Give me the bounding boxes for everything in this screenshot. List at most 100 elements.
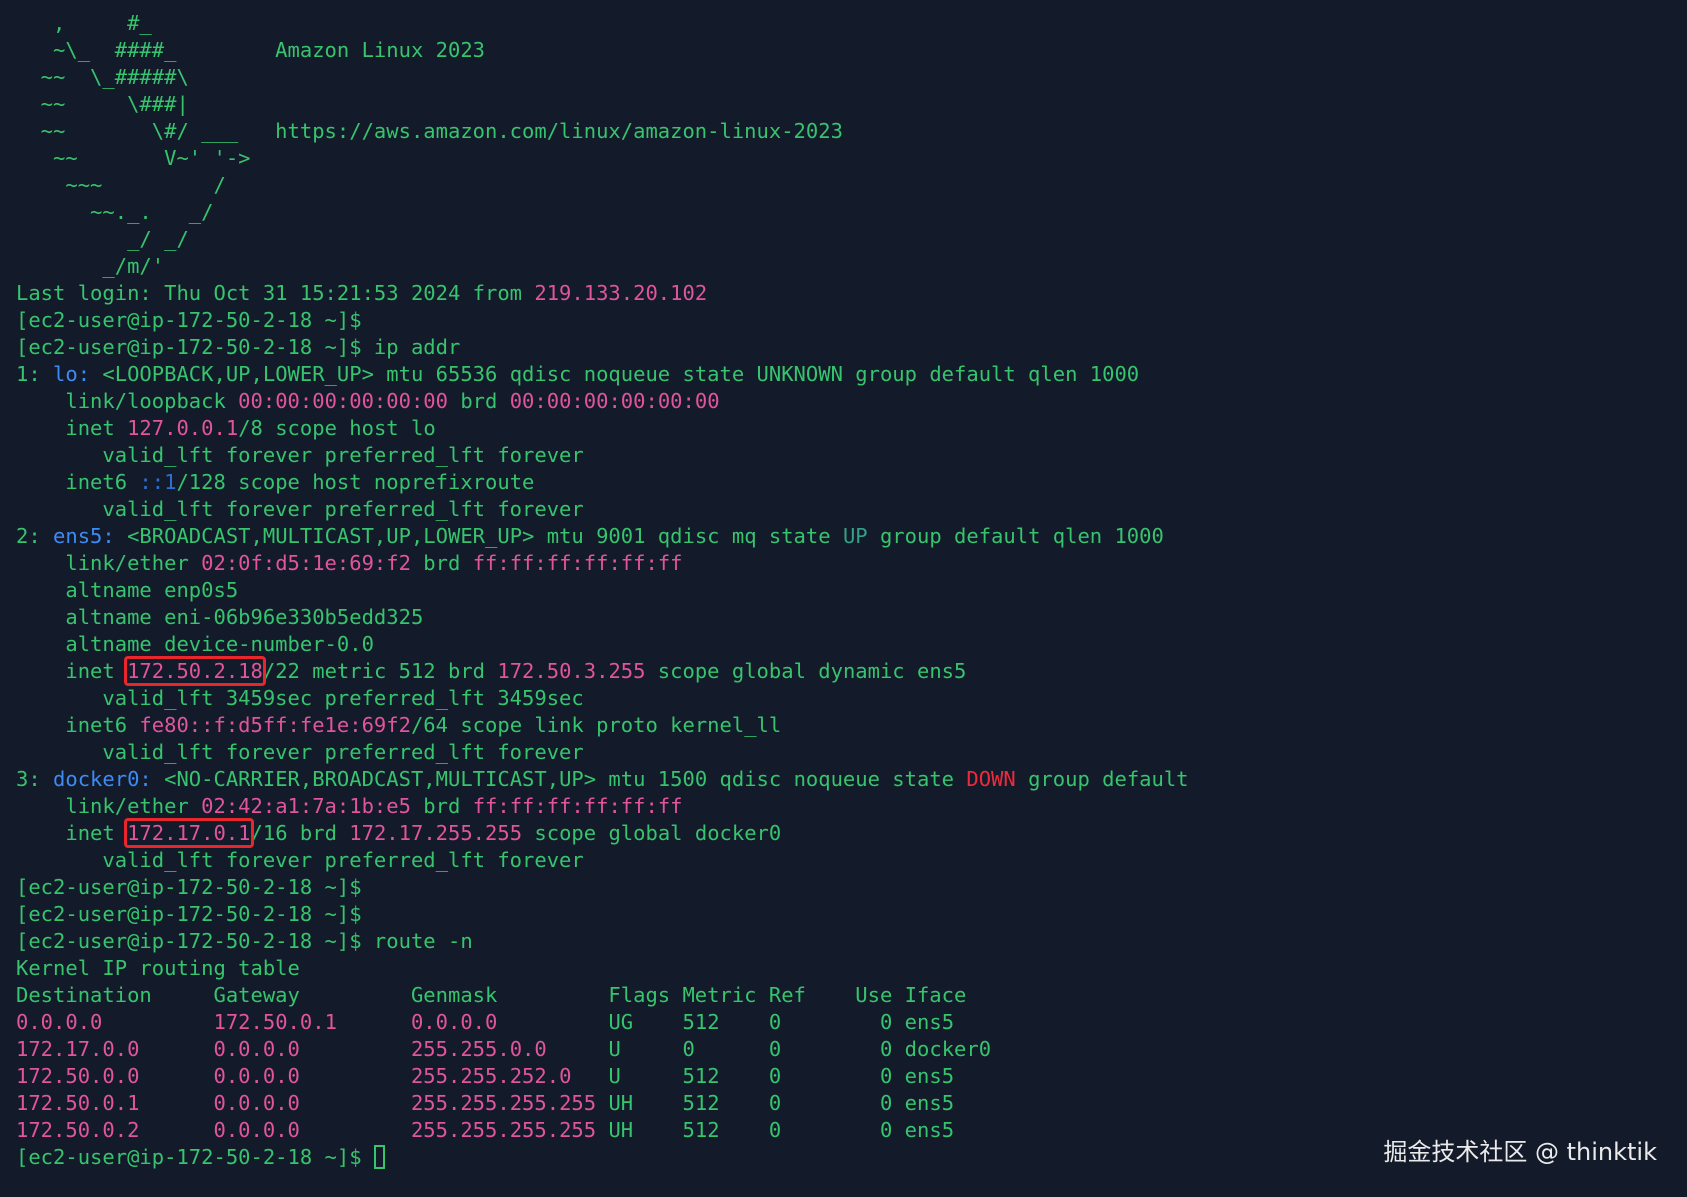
terminal-line: 172.50.0.0 0.0.0.0 255.255.252.0 U 512 0…: [16, 1063, 1687, 1090]
terminal-text: _/ _/: [16, 227, 189, 251]
terminal-text: UH 512 0 0 ens5: [608, 1091, 955, 1115]
terminal-text: link/ether: [16, 794, 202, 818]
terminal-text: fe80::f:d5ff:fe1e:69f2: [139, 713, 411, 737]
terminal-text: ~~ V~' '->: [16, 146, 251, 170]
terminal-text: 1:: [16, 362, 54, 386]
terminal-line: Last login: Thu Oct 31 15:21:53 2024 fro…: [16, 280, 1687, 307]
terminal-text: 172.50.3.255: [497, 659, 646, 683]
terminal-line: valid_lft forever preferred_lft forever: [16, 739, 1687, 766]
terminal-line: altname enp0s5: [16, 577, 1687, 604]
terminal-line: inet6 fe80::f:d5ff:fe1e:69f2/64 scope li…: [16, 712, 1687, 739]
terminal-text: scope global dynamic ens5: [645, 659, 967, 683]
terminal-line: ~~ V~' '->: [16, 145, 1687, 172]
terminal-text: <NO-CARRIER,BROADCAST,MULTICAST,UP> mtu …: [151, 767, 967, 791]
terminal-text: /64 scope link proto kernel_ll: [410, 713, 782, 737]
terminal-text: DOWN: [966, 767, 1016, 791]
terminal-line: 0.0.0.0 172.50.0.1 0.0.0.0 UG 512 0 0 en…: [16, 1009, 1687, 1036]
terminal-text: [ec2-user@ip-172-50-2-18 ~]$: [16, 875, 362, 899]
terminal-line: altname device-number-0.0: [16, 631, 1687, 658]
terminal-line: 1: lo: <LOOPBACK,UP,LOWER_UP> mtu 65536 …: [16, 361, 1687, 388]
terminal-text: 3:: [16, 767, 54, 791]
terminal-text: ens5:: [53, 524, 115, 548]
terminal-text: altname enp0s5: [16, 578, 239, 602]
terminal-text: UP: [842, 524, 868, 548]
shell-prompt: [ec2-user@ip-172-50-2-18 ~]$: [16, 1145, 374, 1169]
terminal-line: 2: ens5: <BROADCAST,MULTICAST,UP,LOWER_U…: [16, 523, 1687, 550]
terminal-text: 02:0f:d5:1e:69:f2: [201, 551, 411, 575]
terminal-text: altname device-number-0.0: [16, 632, 374, 656]
terminal-line: inet 172.17.0.1/16 brd 172.17.255.255 sc…: [16, 818, 1687, 848]
terminal-text: altname eni-06b96e330b5edd325: [16, 605, 424, 629]
terminal-text: [ec2-user@ip-172-50-2-18 ~]$ route -n: [16, 929, 473, 953]
terminal-line: link/ether 02:0f:d5:1e:69:f2 brd ff:ff:f…: [16, 550, 1687, 577]
terminal-text: link/loopback: [16, 389, 239, 413]
terminal-text: valid_lft 3459sec preferred_lft 3459sec: [16, 686, 584, 710]
highlighted-ip-address: 172.50.2.18: [124, 656, 266, 686]
terminal-line: inet6 ::1/128 scope host noprefixroute: [16, 469, 1687, 496]
terminal-text: 0.0.0.0: [213, 1037, 411, 1061]
terminal-line: Kernel IP routing table: [16, 955, 1687, 982]
terminal-text: /8 scope host lo: [238, 416, 436, 440]
terminal-line: valid_lft forever preferred_lft forever: [16, 496, 1687, 523]
terminal-line: [ec2-user@ip-172-50-2-18 ~]$: [16, 874, 1687, 901]
terminal-line: [ec2-user@ip-172-50-2-18 ~]$: [16, 307, 1687, 334]
terminal-text: 0.0.0.0: [213, 1091, 411, 1115]
terminal-text: 0.0.0.0: [16, 1010, 214, 1034]
terminal-text: <BROADCAST,MULTICAST,UP,LOWER_UP> mtu 90…: [114, 524, 843, 548]
terminal-text: , #_: [16, 11, 152, 35]
terminal-text: [ec2-user@ip-172-50-2-18 ~]$: [16, 902, 362, 926]
terminal-text: valid_lft forever preferred_lft forever: [16, 848, 584, 872]
watermark: 掘金技术社区 @ thinktik: [1383, 1138, 1657, 1166]
terminal-text: valid_lft forever preferred_lft forever: [16, 497, 584, 521]
terminal-line: [ec2-user@ip-172-50-2-18 ~]$ route -n: [16, 928, 1687, 955]
terminal-text: brd: [448, 389, 510, 413]
terminal-text: 0.0.0.0: [213, 1064, 411, 1088]
terminal-text: Kernel IP routing table: [16, 956, 300, 980]
terminal-line: 172.17.0.0 0.0.0.0 255.255.0.0 U 0 0 0 d…: [16, 1036, 1687, 1063]
terminal-text: inet6: [16, 713, 140, 737]
terminal-output[interactable]: , #_ ~\_ ####_ Amazon Linux 2023 ~~ \_##…: [16, 10, 1687, 1197]
terminal-line: ~~ \#/ ___ https://aws.amazon.com/linux/…: [16, 118, 1687, 145]
terminal-text: <LOOPBACK,UP,LOWER_UP> mtu 65536 qdisc n…: [90, 362, 1140, 386]
terminal-text: ~~ \_#####\: [16, 65, 189, 89]
terminal-text: /16 brd: [250, 821, 350, 845]
terminal-text: group default qlen 1000: [867, 524, 1164, 548]
terminal-text: [ec2-user@ip-172-50-2-18 ~]$: [16, 308, 362, 332]
terminal-text: Destination Gateway Genmask Flags Metric…: [16, 983, 967, 1007]
terminal-text: 0.0.0.0: [410, 1010, 609, 1034]
terminal-text: 172.17.255.255: [349, 821, 523, 845]
terminal-line: Destination Gateway Genmask Flags Metric…: [16, 982, 1687, 1009]
terminal-line: valid_lft forever preferred_lft forever: [16, 442, 1687, 469]
terminal-line: ~~._. _/: [16, 199, 1687, 226]
terminal-line: 172.50.0.1 0.0.0.0 255.255.255.255 UH 51…: [16, 1090, 1687, 1117]
terminal-text: 172.50.0.1: [16, 1091, 214, 1115]
terminal-line: ~~ \_#####\: [16, 64, 1687, 91]
terminal-text: ~~._. _/: [16, 200, 214, 224]
terminal-line: _/ _/: [16, 226, 1687, 253]
terminal-text: docker0:: [53, 767, 152, 791]
terminal-line: inet 127.0.0.1/8 scope host lo: [16, 415, 1687, 442]
terminal-line: _/m/': [16, 253, 1687, 280]
terminal-text: 127.0.0.1: [127, 416, 239, 440]
terminal-text: 172.50.0.0: [16, 1064, 214, 1088]
highlighted-ip-address: 172.17.0.1: [124, 818, 254, 848]
terminal-text: group default: [1015, 767, 1189, 791]
terminal-line: inet 172.50.2.18/22 metric 512 brd 172.5…: [16, 656, 1687, 686]
terminal-text: valid_lft forever preferred_lft forever: [16, 443, 584, 467]
terminal-line: [ec2-user@ip-172-50-2-18 ~]$ ip addr: [16, 334, 1687, 361]
terminal-text: inet: [16, 821, 128, 845]
terminal-line: valid_lft 3459sec preferred_lft 3459sec: [16, 685, 1687, 712]
terminal-text: UH 512 0 0 ens5: [608, 1118, 955, 1142]
terminal-text: Last login: Thu Oct 31 15:21:53 2024 fro…: [16, 281, 535, 305]
terminal-line: valid_lft forever preferred_lft forever: [16, 847, 1687, 874]
terminal-text: link/ether: [16, 551, 202, 575]
terminal-text: ~\_ ####_ Amazon Linux 2023: [16, 38, 485, 62]
terminal-text: 0.0.0.0: [213, 1118, 411, 1142]
terminal-text: ff:ff:ff:ff:ff:ff: [472, 794, 683, 818]
terminal-text: 255.255.252.0: [410, 1064, 609, 1088]
terminal-line: ~~ \###|: [16, 91, 1687, 118]
terminal-text: ::1: [139, 470, 177, 494]
terminal-text: _/m/': [16, 254, 165, 278]
terminal-line: 3: docker0: <NO-CARRIER,BROADCAST,MULTIC…: [16, 766, 1687, 793]
terminal-line: link/loopback 00:00:00:00:00:00 brd 00:0…: [16, 388, 1687, 415]
